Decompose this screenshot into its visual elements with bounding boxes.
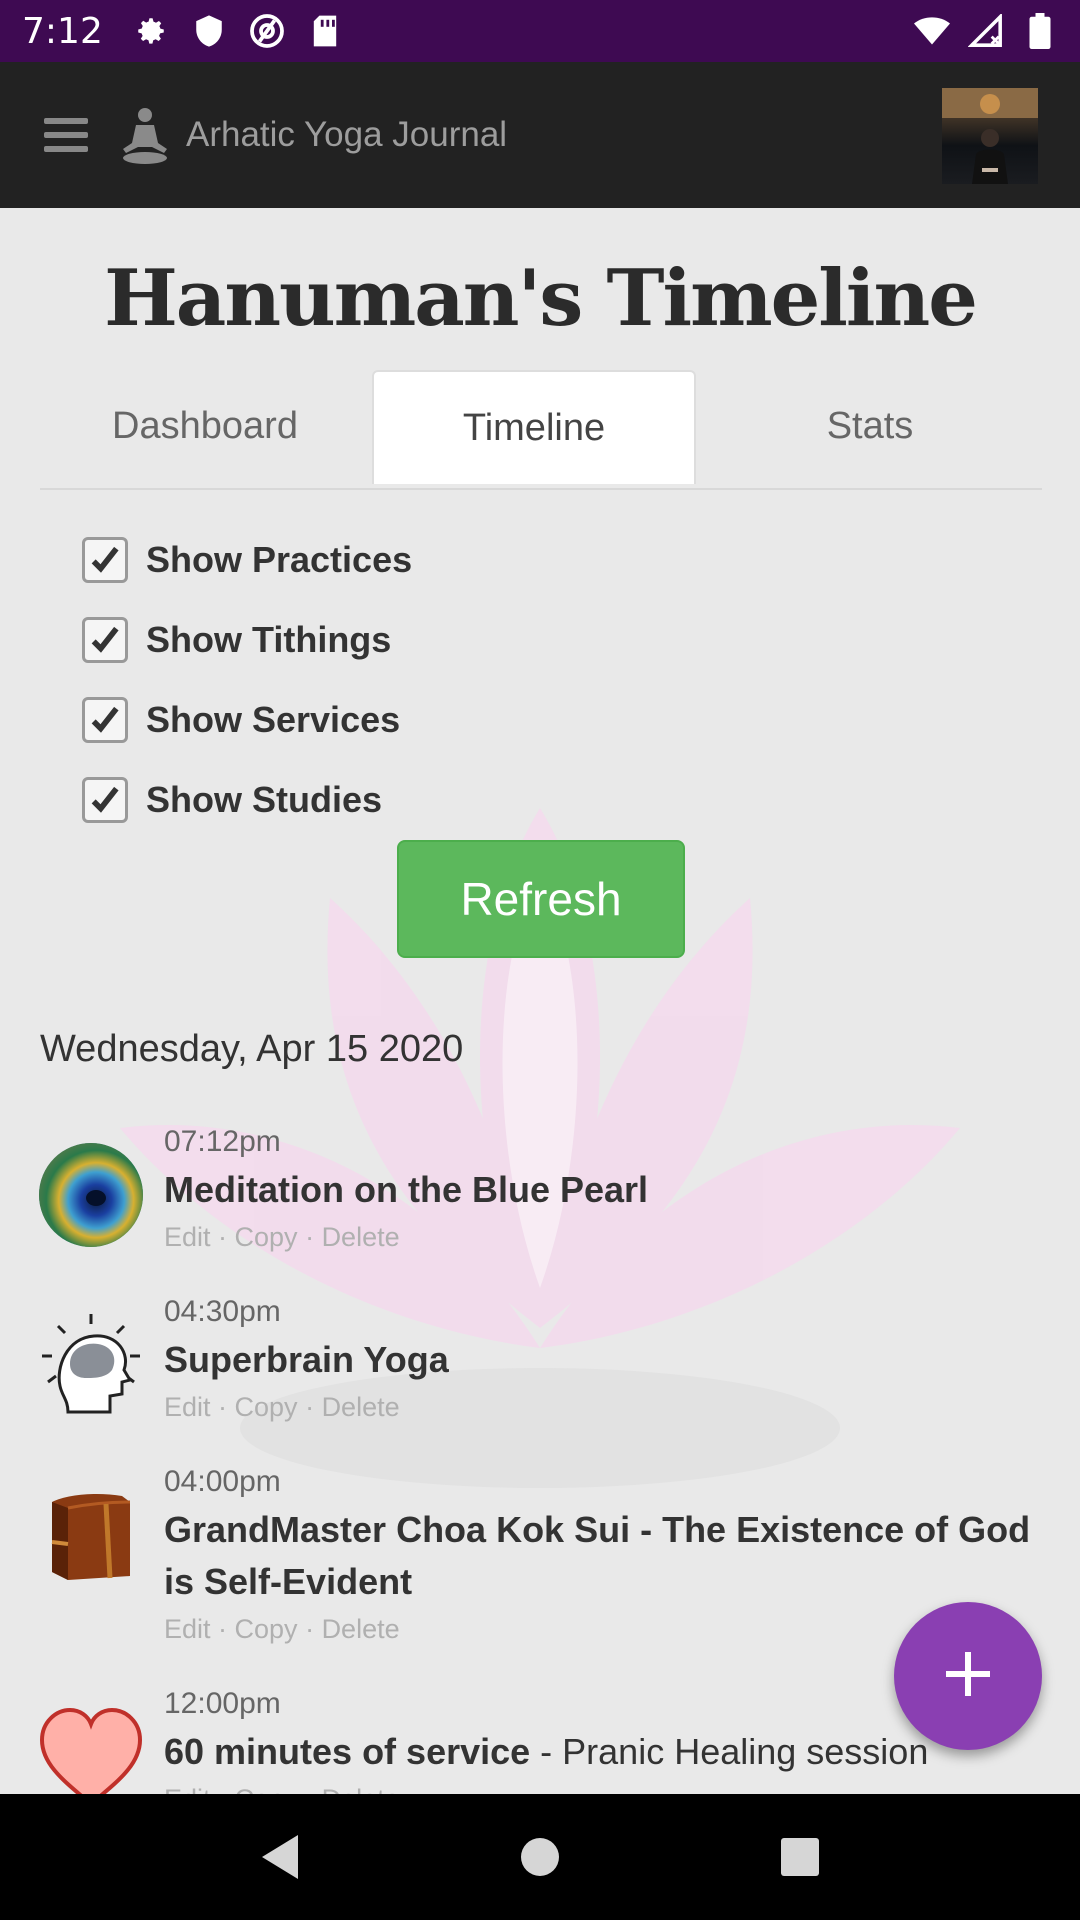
main-content: Hanuman's Timeline Dashboard Timeline St… <box>0 208 1080 1794</box>
entry-title[interactable]: Superbrain Yoga <box>164 1334 1064 1386</box>
hamburger-menu-icon[interactable] <box>44 118 88 152</box>
separator: · <box>210 1222 235 1252</box>
entry-subtitle: - Pranic Healing session <box>530 1731 929 1772</box>
copy-link[interactable]: Copy <box>235 1784 298 1794</box>
avatar[interactable] <box>942 88 1038 184</box>
entry-time: 04:00pm <box>164 1465 281 1498</box>
separator: · <box>298 1784 322 1794</box>
separator: · <box>297 1614 322 1644</box>
entry-actions: Edit · Copy · Delete <box>164 1778 1064 1794</box>
back-button[interactable] <box>240 1817 320 1897</box>
at-sign-icon <box>249 13 285 49</box>
app-title: Arhatic Yoga Journal <box>186 115 508 154</box>
studies-label[interactable]: Show Studies <box>146 779 382 821</box>
edit-link[interactable]: Edit <box>164 1784 211 1794</box>
separator: · <box>210 1392 235 1422</box>
add-entry-button[interactable] <box>894 1602 1042 1750</box>
entry-title[interactable]: GrandMaster Choa Kok Sui - The Existence… <box>164 1504 1064 1608</box>
edit-link[interactable]: Edit <box>164 1222 211 1252</box>
tab-bar: Dashboard Timeline Stats <box>40 370 1042 490</box>
practices-label[interactable]: Show Practices <box>146 539 412 581</box>
recents-square-icon <box>781 1838 819 1876</box>
entry-time: 04:30pm <box>164 1295 281 1328</box>
sd-card-icon <box>307 13 343 49</box>
copy-link[interactable]: Copy <box>235 1614 298 1644</box>
separator: · <box>297 1222 322 1252</box>
entry-title[interactable]: Meditation on the Blue Pearl <box>164 1164 1064 1216</box>
delete-link[interactable]: Delete <box>322 1222 400 1252</box>
tab-stats[interactable]: Stats <box>700 370 1040 482</box>
filter-tithings: Show Tithings <box>82 600 412 680</box>
brain-head-icon <box>38 1312 144 1418</box>
system-nav-bar <box>0 1794 1080 1920</box>
heart-icon <box>38 1704 144 1794</box>
app-bar: Arhatic Yoga Journal <box>0 62 1080 208</box>
delete-link[interactable]: Delete <box>322 1784 400 1794</box>
meditation-figure-icon <box>118 105 172 165</box>
status-time: 7:12 <box>22 10 103 52</box>
battery-icon <box>1022 13 1058 49</box>
entry-actions: Edit · Copy · Delete <box>164 1216 1064 1258</box>
separator: · <box>297 1392 322 1422</box>
refresh-button[interactable]: Refresh <box>397 840 685 958</box>
date-heading: Wednesday, Apr 15 2020 <box>40 1028 464 1070</box>
filter-studies: Show Studies <box>82 760 412 840</box>
entry-title-text[interactable]: GrandMaster Choa Kok Sui - The Existence… <box>164 1509 1030 1602</box>
entry-text: 07:12pm Meditation on the Blue Pearl Edi… <box>164 1120 1064 1258</box>
filter-checkboxes: Show Practices Show Tithings Show Servic… <box>82 520 412 840</box>
edit-link[interactable]: Edit <box>164 1392 211 1422</box>
entry-text: 04:30pm Superbrain Yoga Edit · Copy · De… <box>164 1290 1064 1428</box>
filter-services: Show Services <box>82 680 412 760</box>
edit-link[interactable]: Edit <box>164 1614 211 1644</box>
delete-link[interactable]: Delete <box>322 1614 400 1644</box>
copy-link[interactable]: Copy <box>235 1392 298 1422</box>
shield-icon <box>191 13 227 49</box>
recents-button[interactable] <box>760 1817 840 1897</box>
status-bar: 7:12 <box>0 0 1080 62</box>
tab-timeline[interactable]: Timeline <box>372 370 696 484</box>
home-button[interactable] <box>500 1817 580 1897</box>
services-label[interactable]: Show Services <box>146 699 400 741</box>
delete-link[interactable]: Delete <box>322 1392 400 1422</box>
separator: · <box>211 1784 235 1794</box>
entry-title-text[interactable]: Meditation on the Blue Pearl <box>164 1169 648 1210</box>
book-icon <box>38 1482 144 1588</box>
copy-link[interactable]: Copy <box>235 1222 298 1252</box>
plus-icon <box>946 1652 990 1700</box>
entry-title-text[interactable]: 60 minutes of service <box>164 1731 530 1772</box>
entry-time: 07:12pm <box>164 1125 281 1158</box>
wifi-icon <box>914 13 950 49</box>
tab-dashboard[interactable]: Dashboard <box>40 370 370 482</box>
separator: · <box>210 1614 235 1644</box>
services-checkbox[interactable] <box>82 697 128 743</box>
signal-icon <box>968 13 1004 49</box>
home-circle-icon <box>521 1838 559 1876</box>
page-title: Hanuman's Timeline <box>104 253 978 344</box>
tithings-label[interactable]: Show Tithings <box>146 619 391 661</box>
settings-icon <box>133 13 169 49</box>
entry-title-text[interactable]: Superbrain Yoga <box>164 1339 449 1380</box>
filter-practices: Show Practices <box>82 520 412 600</box>
entry-actions: Edit · Copy · Delete <box>164 1386 1064 1428</box>
back-triangle-icon <box>262 1835 298 1879</box>
studies-checkbox[interactable] <box>82 777 128 823</box>
peacock-feather-icon <box>38 1142 144 1248</box>
practices-checkbox[interactable] <box>82 537 128 583</box>
tithings-checkbox[interactable] <box>82 617 128 663</box>
